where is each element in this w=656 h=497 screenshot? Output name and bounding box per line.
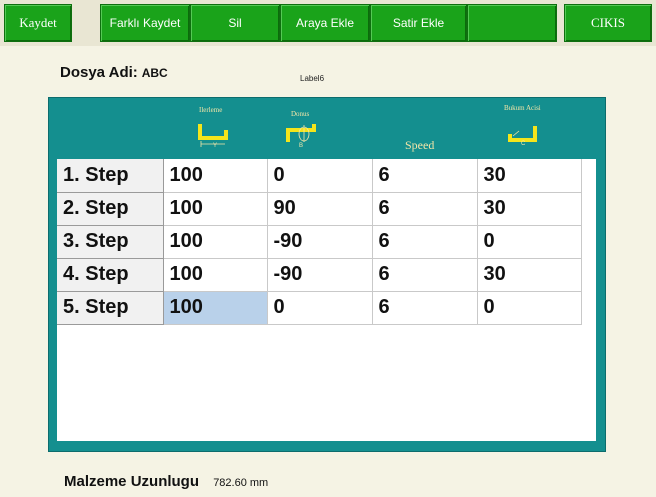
label6: Label6 (300, 74, 325, 83)
file-name-label: Dosya Adi: (60, 64, 138, 81)
header-donus-caption: Donus (291, 110, 310, 118)
cell-c[interactable]: 30 (477, 159, 582, 193)
cell-y[interactable]: 100 (163, 159, 268, 193)
cell-b[interactable]: 0 (267, 291, 373, 325)
cell-c[interactable]: 0 (477, 291, 582, 325)
cell-speed[interactable]: 6 (372, 291, 478, 325)
cell-speed[interactable]: 6 (372, 225, 478, 259)
header-speed: Speed (405, 138, 435, 152)
cell-y[interactable]: 100 (163, 192, 268, 226)
bend-c-sub: C (521, 141, 526, 146)
cell-c[interactable]: 30 (477, 258, 582, 292)
file-name-value: ABC (141, 66, 168, 80)
table-row: 4. Step 100 -90 6 30 (57, 258, 582, 292)
farkli-kaydet-button[interactable]: Farklı Kaydet (100, 4, 190, 42)
row-header[interactable]: 4. Step (57, 258, 164, 292)
material-length-value: 782.60 mm (213, 477, 269, 489)
rotation-b-sub: B (299, 143, 303, 148)
cell-y[interactable]: 100 (163, 258, 268, 292)
material-length-row: Malzeme Uzunlugu 782.60 mm (64, 473, 268, 490)
cikis-button[interactable]: CIKIS (564, 4, 652, 42)
araya-ekle-button[interactable]: Araya Ekle (280, 4, 370, 42)
table-row: 5. Step 100 0 6 0 (57, 291, 582, 325)
rotation-b-icon: B (285, 120, 316, 148)
toolbar: Kaydet Farklı Kaydet Sil Araya Ekle Sati… (0, 0, 656, 46)
cell-speed[interactable]: 6 (372, 192, 478, 226)
cell-y-selected[interactable]: 100 (163, 291, 268, 325)
cell-c[interactable]: 30 (477, 192, 582, 226)
cell-b[interactable]: -90 (267, 258, 373, 292)
steps-panel: Ilerleme Y Donus B Speed Bukum Acisi C 1… (48, 97, 606, 452)
bend-angle-c-icon: C (507, 118, 537, 146)
row-header[interactable]: 2. Step (57, 192, 164, 226)
table-row: 2. Step 100 90 6 30 (57, 192, 582, 226)
cell-b[interactable]: 0 (267, 159, 373, 193)
steps-table: 1. Step 100 0 6 30 2. Step 100 90 6 30 3… (57, 159, 582, 325)
feed-y-icon: Y (197, 120, 228, 148)
header-bukum-acisi-caption: Bukum Acisi (504, 104, 541, 112)
steps-grid: 1. Step 100 0 6 30 2. Step 100 90 6 30 3… (57, 159, 596, 441)
file-name-row: Dosya Adi: ABC (60, 64, 168, 81)
table-row: 1. Step 100 0 6 30 (57, 159, 582, 193)
cell-speed[interactable]: 6 (372, 159, 478, 193)
row-header[interactable]: 1. Step (57, 159, 164, 193)
cell-b[interactable]: 90 (267, 192, 373, 226)
header-ilerleme-caption: Ilerleme (199, 106, 223, 114)
cell-y[interactable]: 100 (163, 225, 268, 259)
satir-ekle-button[interactable]: Satir Ekle (370, 4, 467, 42)
row-header[interactable]: 5. Step (57, 291, 164, 325)
material-length-label: Malzeme Uzunlugu (64, 473, 200, 490)
table-row: 3. Step 100 -90 6 0 (57, 225, 582, 259)
row-header[interactable]: 3. Step (57, 225, 164, 259)
sil-button[interactable]: Sil (190, 4, 280, 42)
kaydet-button[interactable]: Kaydet (4, 4, 72, 42)
blank-button[interactable] (467, 4, 557, 42)
cell-speed[interactable]: 6 (372, 258, 478, 292)
cell-c[interactable]: 0 (477, 225, 582, 259)
cell-b[interactable]: -90 (267, 225, 373, 259)
feed-y-sub: Y (213, 143, 217, 148)
